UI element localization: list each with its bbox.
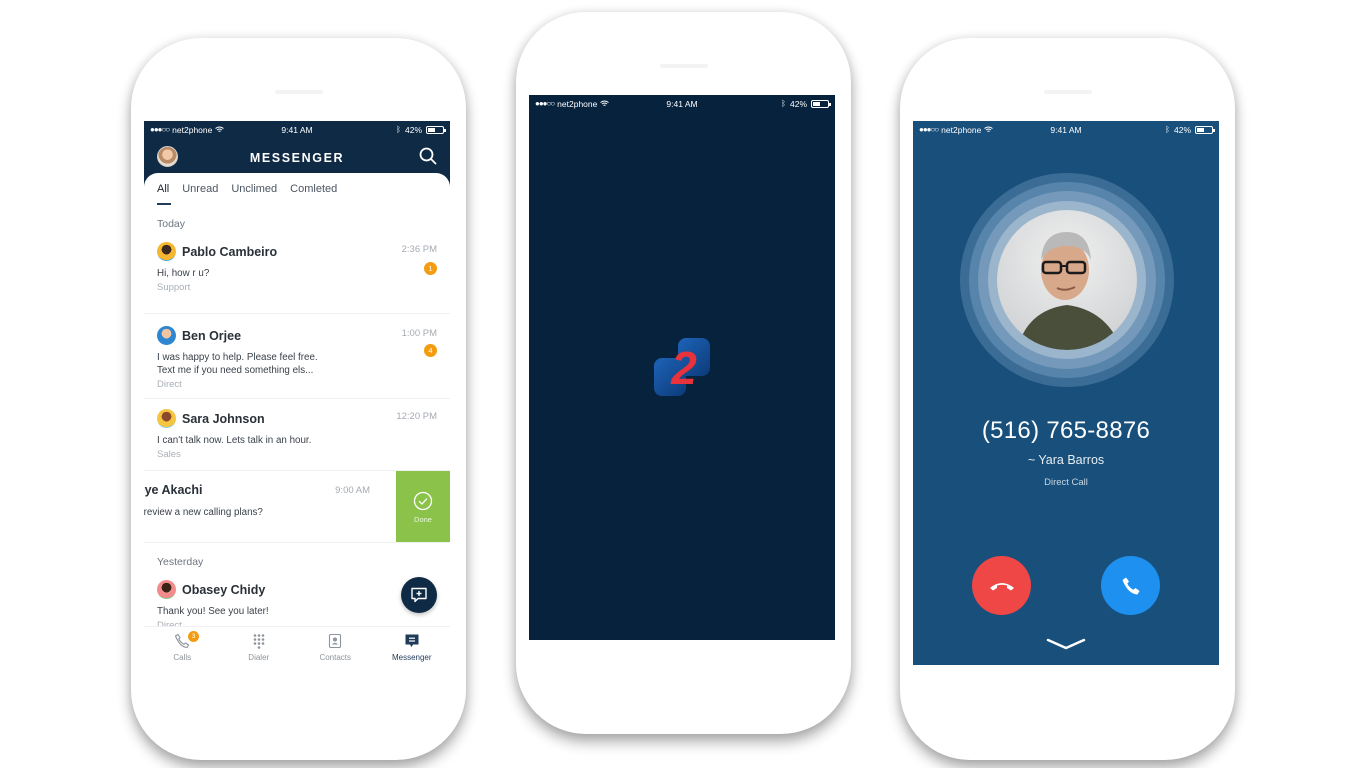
swiped-content: voye Akachi 9:00 AM ou review a new call… <box>144 471 398 542</box>
caller-portrait <box>1017 232 1122 350</box>
hang-up-icon <box>989 582 1014 590</box>
nav-dialer[interactable]: Dialer <box>221 627 298 666</box>
wifi-icon <box>600 100 610 106</box>
message-time: 9:00 AM <box>335 485 370 496</box>
search-icon[interactable] <box>419 147 437 165</box>
check-circle-icon <box>413 491 433 510</box>
bottom-nav: 3 Calls Dialer Contacts Messenger <box>144 626 450 666</box>
carrier-label: net2phone <box>172 124 213 135</box>
conversation-item[interactable]: Pablo Cambeiro 2:36 PM 1 Hi, how r u? Su… <box>144 230 450 314</box>
conversation-item[interactable]: Sara Johnson 12:20 PM I can't talk now. … <box>144 399 450 471</box>
nav-label: Calls <box>173 653 192 662</box>
accept-call-button[interactable] <box>1101 556 1160 615</box>
filter-tabs: All Unread Unclimed Comleted <box>144 173 450 205</box>
message-preview: ou review a new calling plans? <box>144 507 263 518</box>
contact-name: Sara Johnson <box>182 411 265 426</box>
wifi-icon <box>984 126 994 132</box>
battery-percent: 42% <box>789 98 807 109</box>
tab-unread[interactable]: Unread <box>182 183 218 205</box>
status-bar: ●●●○○ net2phone 9:41 AM ᛒ 42% <box>913 121 1219 138</box>
battery-percent: 42% <box>404 124 422 135</box>
message-preview: Hi, how r u? <box>157 268 210 279</box>
caller-photo <box>997 210 1137 350</box>
call-type: Direct Call <box>1044 477 1088 488</box>
message-preview: I can't talk now. Lets talk in an hour. <box>157 435 312 446</box>
nav-label: Contacts <box>319 653 352 662</box>
tab-all[interactable]: All <box>157 183 172 205</box>
unread-badge: 4 <box>424 344 437 357</box>
splash-screen: ●●●○○ net2phone 9:41 AM ᛒ 42% 2 <box>529 95 835 640</box>
nav-contacts[interactable]: Contacts <box>297 627 374 666</box>
status-bar: ●●●○○ net2phone 9:41 AM ᛒ 42% <box>144 121 450 138</box>
messenger-screen: ●●●○○ net2phone 9:41 AM ᛒ 42% MESSENGER <box>144 121 450 666</box>
message-time: 2:36 PM <box>401 244 437 255</box>
avatar <box>157 242 176 261</box>
decline-call-button[interactable] <box>972 556 1031 615</box>
category-label: Support <box>157 282 191 293</box>
caller-avatar-rings <box>960 173 1174 387</box>
page-title: MESSENGER <box>249 151 345 165</box>
nav-label: Dialer <box>248 653 270 662</box>
dialpad-icon <box>253 634 265 649</box>
wifi-icon <box>215 126 225 132</box>
phone-icon <box>1122 577 1139 594</box>
carrier-label: net2phone <box>557 98 598 109</box>
app-logo: 2 <box>650 336 714 400</box>
nav-calls[interactable]: 3 Calls <box>144 627 221 666</box>
phone-incoming-call: ●●●○○ net2phone 9:41 AM ᛒ 42% (516) 765-… <box>900 38 1235 760</box>
tab-completed[interactable]: Comleted <box>290 183 337 205</box>
status-bar: ●●●○○ net2phone 9:41 AM ᛒ 42% <box>529 95 835 112</box>
avatar <box>157 326 176 345</box>
category-label: Sales <box>157 449 181 460</box>
battery-icon <box>811 99 831 108</box>
caller-name: ~ Yara Barros <box>1027 453 1105 467</box>
battery-icon <box>1195 125 1215 134</box>
done-button[interactable]: Done <box>396 471 450 542</box>
carrier-label: net2phone <box>941 124 982 135</box>
message-time: 12:20 PM <box>396 411 437 422</box>
section-header-yesterday: Yesterday <box>157 556 204 568</box>
incoming-call-screen: ●●●○○ net2phone 9:41 AM ᛒ 42% (516) 765-… <box>913 121 1219 665</box>
bluetooth-icon: ᛒ <box>781 99 786 108</box>
avatar <box>157 409 176 428</box>
new-message-icon <box>411 587 427 603</box>
logo-number: 2 <box>671 342 697 394</box>
section-header-today: Today <box>157 218 186 230</box>
bluetooth-icon: ᛒ <box>1165 125 1170 134</box>
avatar <box>157 580 176 599</box>
signal-icon: ●●●○○ <box>919 125 939 134</box>
speaker-grille <box>274 90 323 94</box>
signal-icon: ●●●○○ <box>150 125 170 134</box>
message-preview: Thank you! See you later! <box>157 606 269 617</box>
nav-label: Messenger <box>391 653 432 662</box>
done-label: Done <box>414 514 432 524</box>
speaker-grille <box>1043 90 1092 94</box>
battery-percent: 42% <box>1173 124 1191 135</box>
speaker-grille <box>659 64 708 68</box>
contacts-icon <box>329 633 342 649</box>
phone-messenger: ●●●○○ net2phone 9:41 AM ᛒ 42% MESSENGER <box>131 38 466 760</box>
category-label: Direct <box>157 379 182 390</box>
calls-badge: 3 <box>188 631 199 642</box>
contact-name: Pablo Cambeiro <box>182 244 278 259</box>
contact-name: Ben Orjee <box>182 328 242 343</box>
contact-name: voye Akachi <box>144 483 203 497</box>
signal-icon: ●●●○○ <box>535 99 555 108</box>
caller-number: (516) 765-8876 <box>981 417 1151 444</box>
new-message-button[interactable] <box>401 577 437 613</box>
conversation-item-swiped[interactable]: voye Akachi 9:00 AM ou review a new call… <box>144 471 450 543</box>
nav-messenger[interactable]: Messenger <box>374 627 451 666</box>
bluetooth-icon: ᛒ <box>396 125 401 134</box>
tab-unclaimed[interactable]: Unclimed <box>231 183 277 205</box>
message-time: 1:00 PM <box>401 328 437 339</box>
message-preview-line2: Text me if you need something els... <box>157 365 314 376</box>
phone-splash: ●●●○○ net2phone 9:41 AM ᛒ 42% 2 <box>516 12 851 734</box>
chevron-down-icon[interactable] <box>1046 637 1086 651</box>
battery-icon <box>426 125 446 134</box>
message-preview-line1: I was happy to help. Please feel free. <box>157 352 318 363</box>
chat-icon <box>405 634 419 647</box>
unread-badge: 1 <box>424 262 437 275</box>
conversation-item[interactable]: Ben Orjee 1:00 PM 4 I was happy to help.… <box>144 314 450 399</box>
contact-name: Obasey Chidy <box>182 582 266 597</box>
